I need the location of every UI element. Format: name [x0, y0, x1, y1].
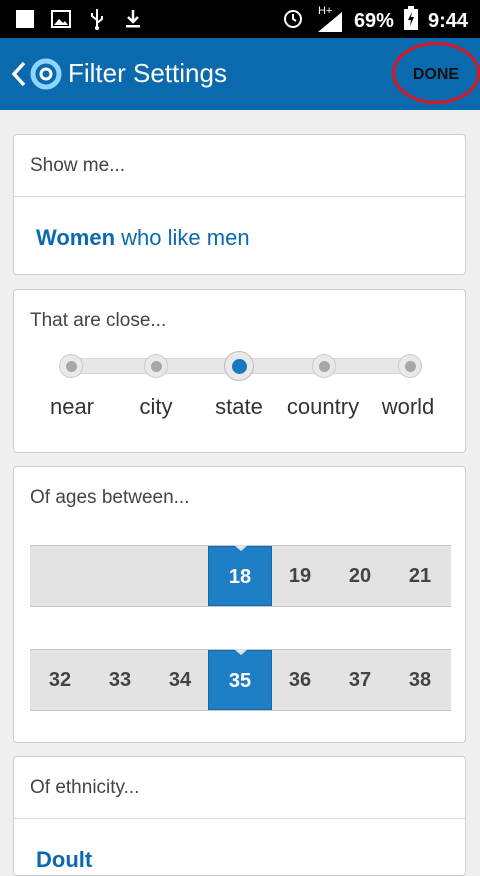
- distance-card: That are close... near city state countr…: [13, 289, 466, 453]
- signal-icon: H+: [314, 5, 344, 33]
- max-age-notch: [234, 649, 248, 655]
- show-me-label: Show me...: [30, 155, 126, 176]
- max-age-option[interactable]: 38: [390, 650, 450, 710]
- min-age-option[interactable]: 19: [270, 546, 330, 606]
- distance-label: That are close...: [30, 310, 167, 331]
- max-age-option[interactable]: 37: [330, 650, 390, 710]
- distance-stop-city[interactable]: [144, 354, 168, 378]
- age-card: Of ages between... 18 19 20 21 32 33 34 …: [13, 466, 466, 743]
- image-icon: [50, 8, 72, 30]
- max-age-picker[interactable]: 32 33 34 35 36 37 38: [30, 649, 451, 711]
- min-age-option[interactable]: 20: [330, 546, 390, 606]
- ethnicity-label: Of ethnicity...: [30, 777, 140, 798]
- app-logo-icon: [30, 58, 62, 90]
- max-age-option[interactable]: 32: [30, 650, 90, 710]
- download-icon: [122, 8, 144, 30]
- max-age-option[interactable]: 33: [90, 650, 150, 710]
- battery-icon: [403, 6, 418, 36]
- show-me-card: Show me... Women who like men: [13, 134, 466, 275]
- battery-percent: 69%: [353, 9, 394, 32]
- distance-stop-near[interactable]: [59, 354, 83, 378]
- back-chevron-icon[interactable]: [8, 60, 30, 88]
- age-label: Of ages between...: [30, 487, 190, 508]
- max-age-option[interactable]: 36: [270, 650, 330, 710]
- distance-stop-state[interactable]: [224, 351, 254, 381]
- distance-label-world[interactable]: world: [358, 394, 458, 420]
- divider: [14, 196, 465, 197]
- max-age-option[interactable]: 34: [150, 650, 210, 710]
- alarm-icon: [282, 7, 304, 35]
- annotation-circle: [392, 42, 480, 104]
- divider: [14, 818, 465, 819]
- clock-time: 9:44: [427, 9, 468, 32]
- ethnicity-value-link[interactable]: Doult: [36, 847, 92, 873]
- notification-square-icon: [14, 8, 36, 30]
- min-age-option[interactable]: 21: [390, 546, 450, 606]
- min-age-selected[interactable]: 18: [208, 546, 272, 606]
- page-title: Filter Settings: [68, 58, 227, 88]
- ethnicity-card: Of ethnicity... Doult: [13, 756, 466, 876]
- gender-preference-link[interactable]: Women who like men: [36, 225, 250, 251]
- distance-stop-world[interactable]: [398, 354, 422, 378]
- min-age-notch: [234, 545, 248, 551]
- min-age-picker[interactable]: 18 19 20 21: [30, 545, 451, 607]
- usb-icon: [86, 8, 108, 30]
- distance-stop-country[interactable]: [312, 354, 336, 378]
- status-bar: H+ 69% 9:44: [0, 0, 480, 38]
- max-age-selected[interactable]: 35: [208, 650, 272, 710]
